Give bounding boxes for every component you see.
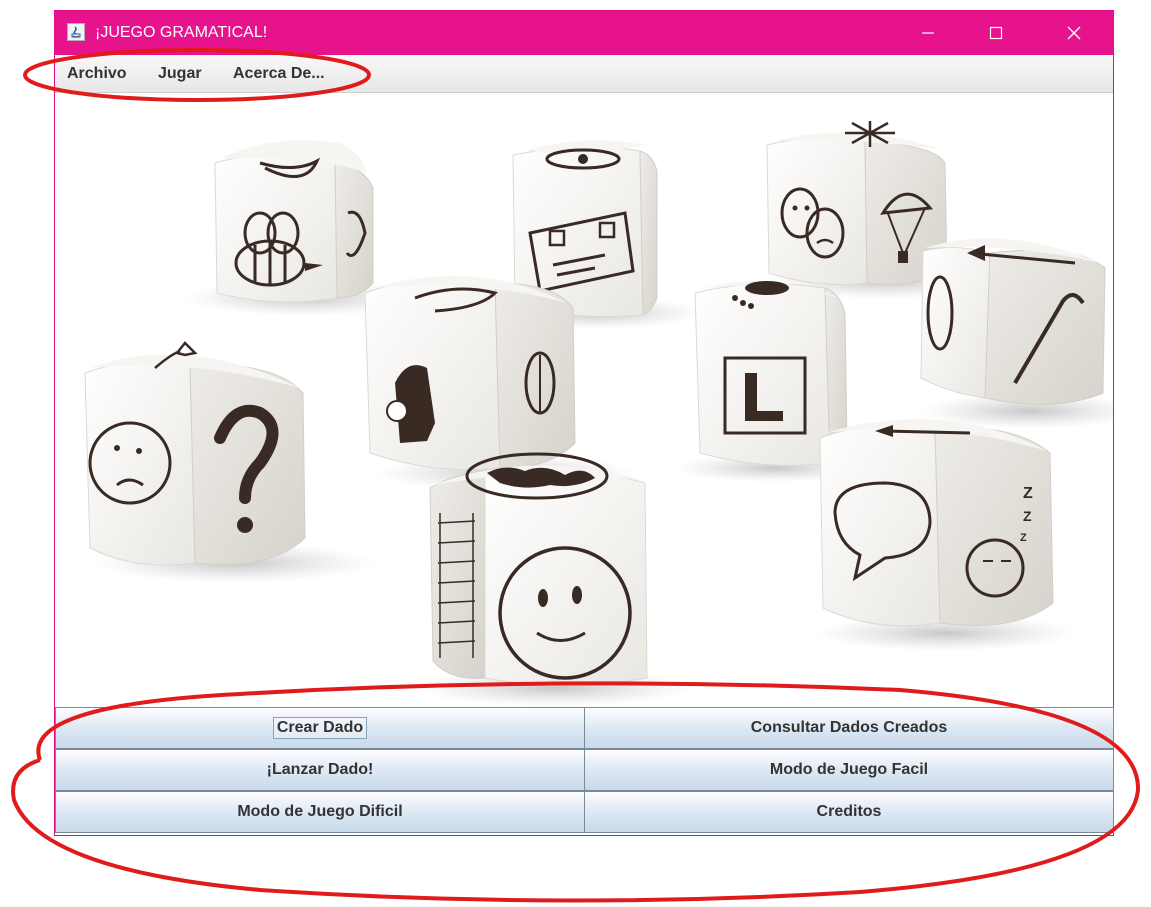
close-icon xyxy=(1067,26,1081,40)
crear-dado-button[interactable]: Crear Dado xyxy=(55,707,585,749)
java-app-icon xyxy=(67,23,85,41)
lanzar-dado-label: ¡Lanzar Dado! xyxy=(266,761,374,778)
crear-dado-label: Crear Dado xyxy=(272,717,368,739)
die-arrow-cane xyxy=(920,238,1113,429)
die-speech-sleep: Z Z Z xyxy=(815,419,1075,651)
svg-text:Z: Z xyxy=(1023,485,1033,502)
die-globe-smiley xyxy=(415,452,695,706)
minimize-icon xyxy=(922,32,934,34)
maximize-icon xyxy=(989,26,1003,40)
creditos-button[interactable]: Creditos xyxy=(584,791,1114,833)
modo-dificil-label: Modo de Juego Dificil xyxy=(237,803,403,820)
svg-text:Z: Z xyxy=(1020,532,1027,544)
creditos-label: Creditos xyxy=(816,803,882,820)
modo-facil-button[interactable]: Modo de Juego Facil xyxy=(584,749,1114,791)
modo-facil-label: Modo de Juego Facil xyxy=(769,761,929,778)
modo-dificil-button[interactable]: Modo de Juego Dificil xyxy=(55,791,585,833)
consultar-dados-button[interactable]: Consultar Dados Creados xyxy=(584,707,1114,749)
consultar-dados-label: Consultar Dados Creados xyxy=(750,719,948,736)
button-grid: Crear Dado Consultar Dados Creados ¡Lanz… xyxy=(55,707,1114,837)
lanzar-dado-button[interactable]: ¡Lanzar Dado! xyxy=(55,749,585,791)
close-button[interactable] xyxy=(1051,11,1097,55)
svg-text:Z: Z xyxy=(1023,508,1032,524)
story-dice-image: Z Z Z xyxy=(55,93,1113,707)
app-window: ¡JUEGO GRAMATICAL! Archivo Jugar Acerca … xyxy=(54,10,1114,836)
menu-acerca-de[interactable]: Acerca De... xyxy=(233,65,325,83)
title-bar[interactable]: ¡JUEGO GRAMATICAL! xyxy=(55,11,1113,55)
menu-archivo[interactable]: Archivo xyxy=(67,65,127,83)
menu-bar: Archivo Jugar Acerca De... xyxy=(55,55,1113,93)
window-title: ¡JUEGO GRAMATICAL! xyxy=(95,24,268,41)
die-question xyxy=(84,341,375,583)
minimize-button[interactable] xyxy=(905,11,951,55)
maximize-button[interactable] xyxy=(973,11,1019,55)
menu-jugar[interactable]: Jugar xyxy=(158,65,202,83)
